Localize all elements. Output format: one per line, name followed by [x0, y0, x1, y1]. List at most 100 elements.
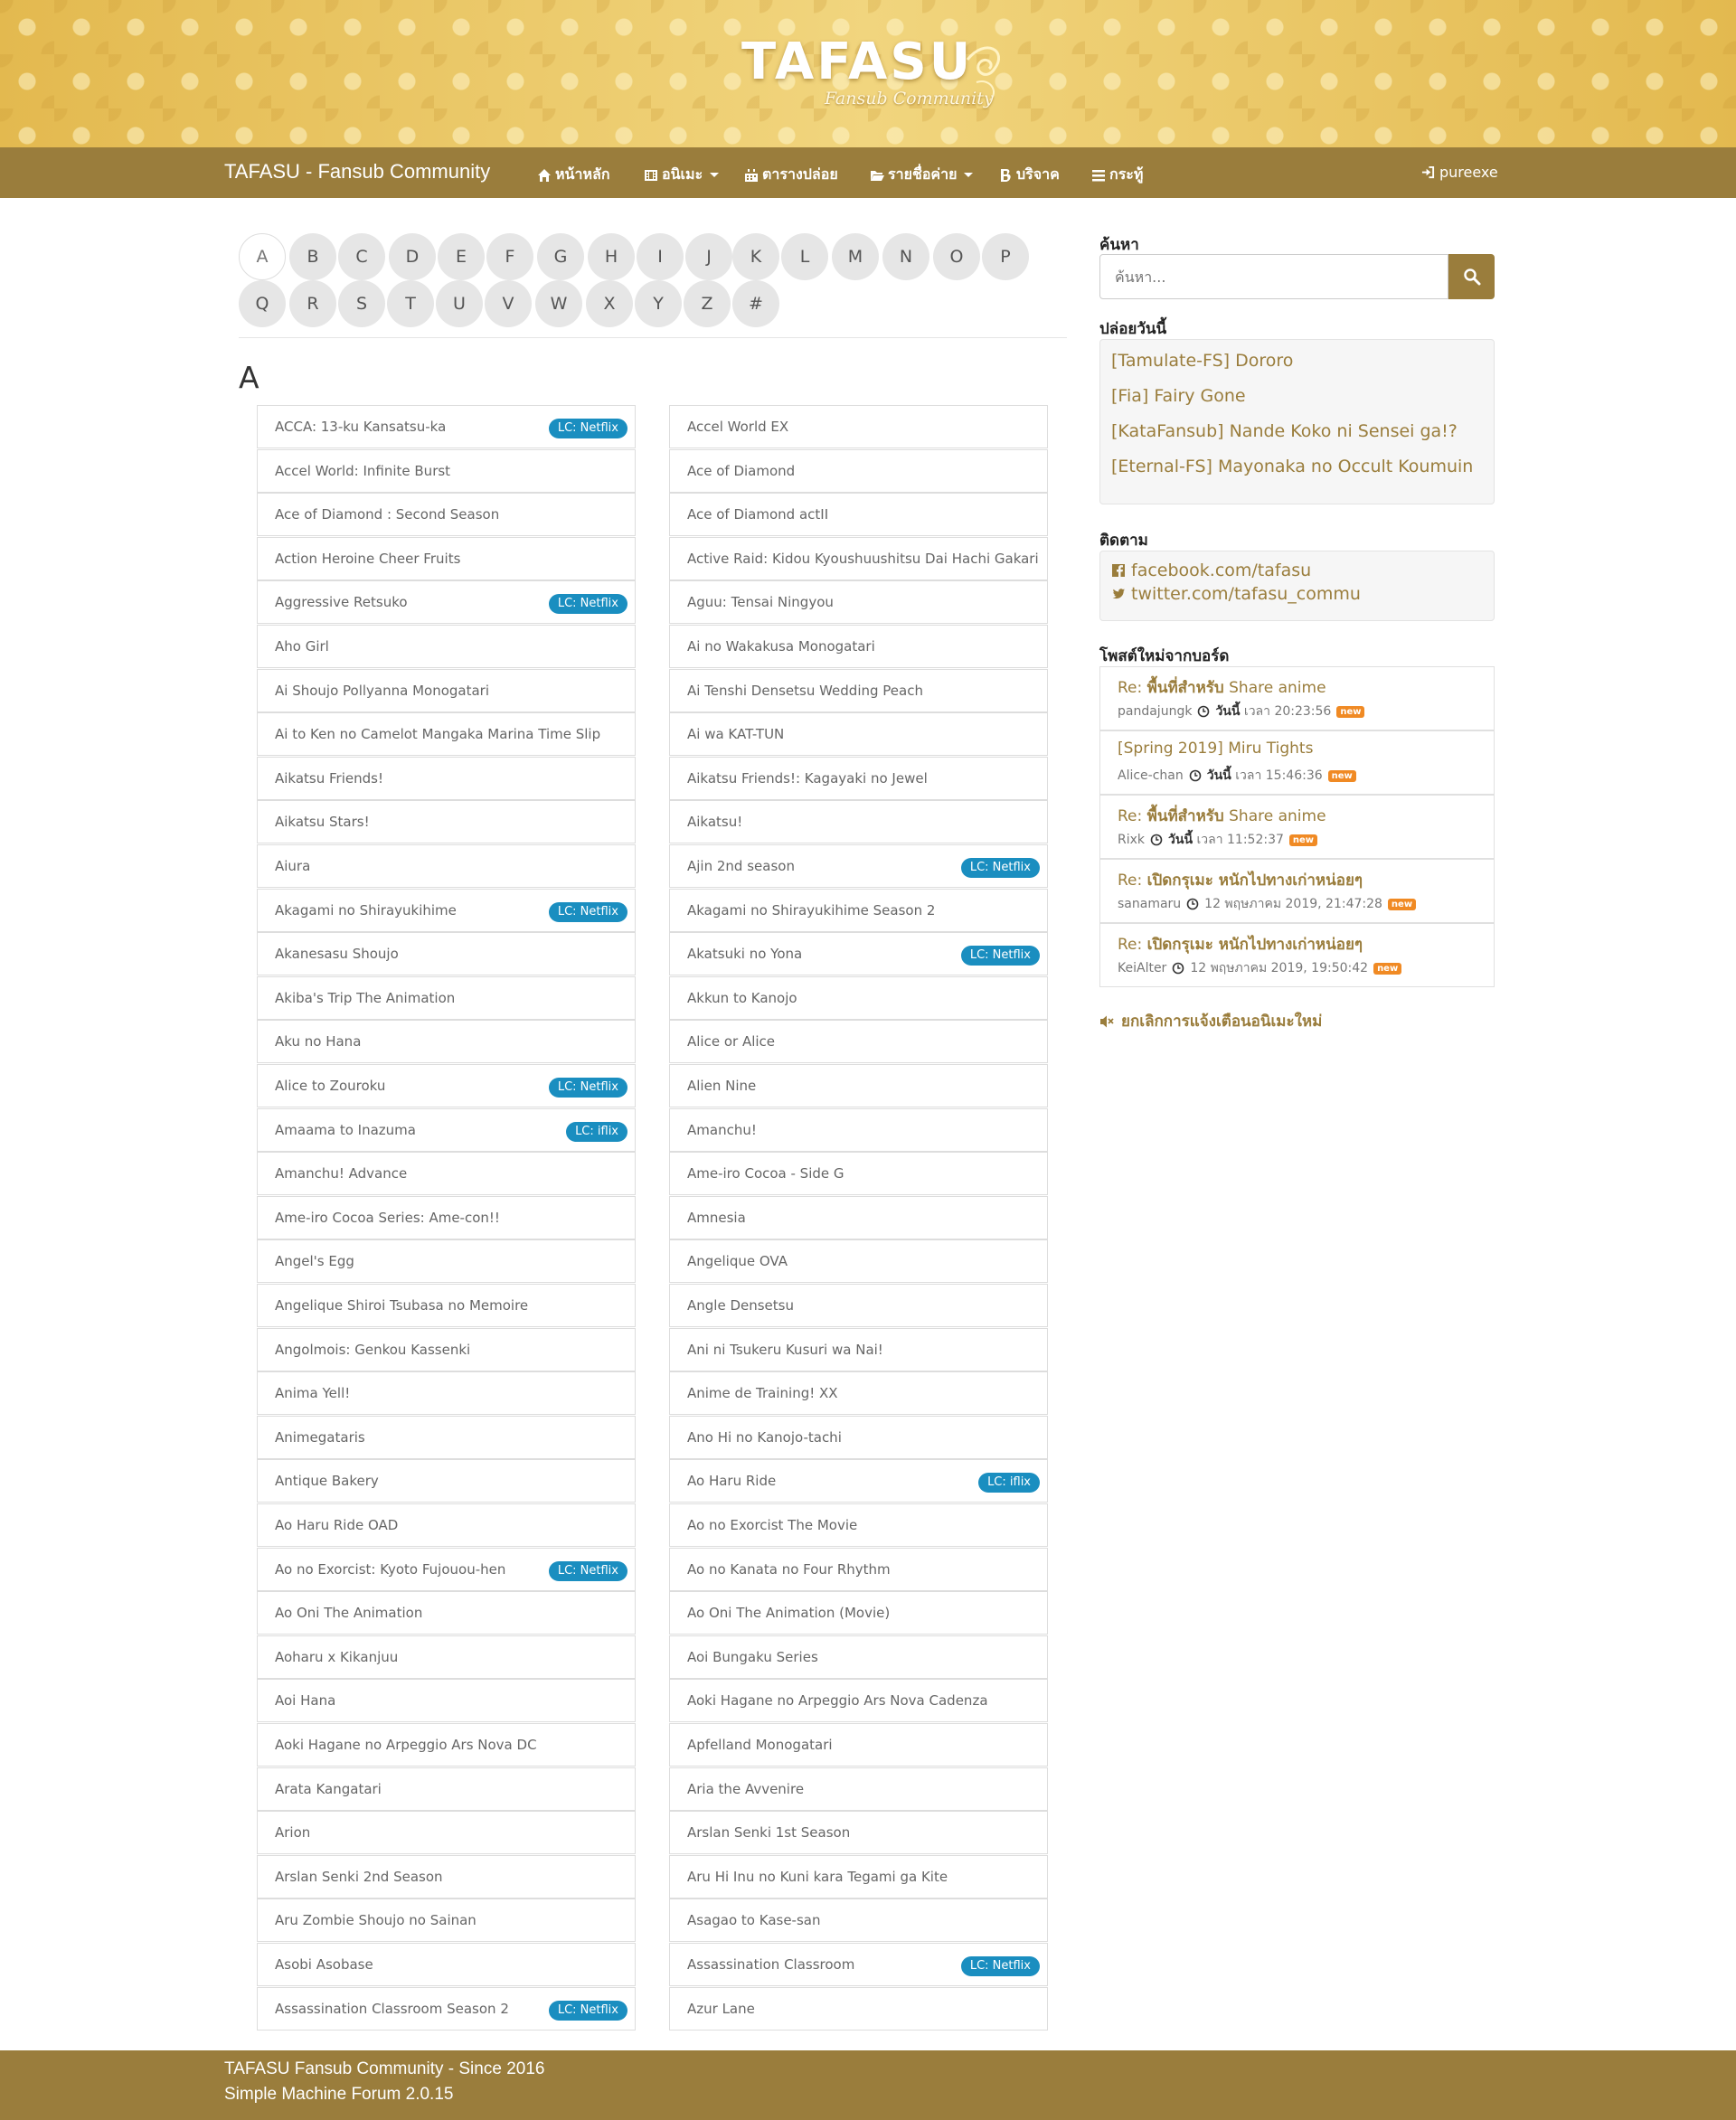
anime-list-item[interactable]: Ajin 2nd season LC: Netflix: [669, 844, 1048, 888]
letter-n[interactable]: N: [882, 233, 929, 280]
forum-post[interactable]: Re: พื้นที่สำหรับ Share anime Rixk วันนี้ …: [1099, 795, 1495, 859]
anime-list-item[interactable]: Ame-iro Cocoa Series: Ame-con!!: [257, 1196, 636, 1239]
anime-list-item[interactable]: Asagao to Kase-san: [669, 1899, 1048, 1942]
nav-schedule[interactable]: ตารางปล่อย: [744, 164, 838, 186]
post-author[interactable]: sanamaru: [1118, 897, 1181, 911]
anime-list-item[interactable]: Aikatsu Friends!: [257, 757, 636, 800]
anime-list-item[interactable]: Accel World: Infinite Burst: [257, 449, 636, 493]
anime-list-item[interactable]: Asobi Asobase: [257, 1943, 636, 1986]
letter-s[interactable]: S: [338, 280, 385, 327]
letter-x[interactable]: X: [586, 280, 633, 327]
anime-list-item[interactable]: Ai no Wakakusa Monogatari: [669, 625, 1048, 668]
anime-list-item[interactable]: Aikatsu!: [669, 800, 1048, 843]
letter-f[interactable]: F: [486, 233, 533, 280]
letter-m[interactable]: M: [832, 233, 879, 280]
post-author[interactable]: KeiAlter: [1118, 961, 1166, 975]
anime-list-item[interactable]: Anime de Training! XX: [669, 1371, 1048, 1415]
anime-list-item[interactable]: Ano Hi no Kanojo-tachi: [669, 1416, 1048, 1459]
release-link[interactable]: [KataFansub] Nande Koko ni Sensei ga!?: [1111, 421, 1458, 441]
letter-j[interactable]: J: [685, 233, 732, 280]
anime-list-item[interactable]: Akagami no Shirayukihime LC: Netflix: [257, 889, 636, 932]
letter-y[interactable]: Y: [635, 280, 682, 327]
anime-list-item[interactable]: Ao Haru Ride OAD: [257, 1503, 636, 1547]
letter-h[interactable]: H: [588, 233, 635, 280]
letter-e[interactable]: E: [438, 233, 485, 280]
anime-list-item[interactable]: Ace of Diamond: [669, 449, 1048, 493]
anime-list-item[interactable]: Azur Lane: [669, 1987, 1048, 2030]
anime-list-item[interactable]: Apfelland Monogatari: [669, 1723, 1048, 1767]
release-link[interactable]: [Fia] Fairy Gone: [1111, 386, 1246, 406]
anime-list-item[interactable]: Ao Oni The Animation (Movie): [669, 1591, 1048, 1635]
anime-list-item[interactable]: Angolmois: Genkou Kassenki: [257, 1328, 636, 1371]
nav-board[interactable]: กระทู้: [1091, 164, 1143, 186]
letter-p[interactable]: P: [982, 233, 1029, 280]
anime-list-item[interactable]: Aikatsu Friends!: Kagayaki no Jewel: [669, 757, 1048, 800]
forum-post[interactable]: [Spring 2019] Miru Tights Alice-chan วันนี…: [1099, 730, 1495, 795]
site-logo[interactable]: TAFASU Fansub Community: [741, 33, 1004, 114]
anime-list-item[interactable]: Amanchu! Advance: [257, 1152, 636, 1195]
anime-list-item[interactable]: Antique Bakery: [257, 1459, 636, 1503]
release-link[interactable]: [Eternal-FS] Mayonaka no Occult Koumuin: [1111, 457, 1473, 476]
anime-list-item[interactable]: Active Raid: Kidou Kyoushuushitsu Dai Ha…: [669, 537, 1048, 580]
anime-list-item[interactable]: Amaama to Inazuma LC: iflix: [257, 1108, 636, 1152]
anime-list-item[interactable]: Aoki Hagane no Arpeggio Ars Nova Cadenza: [669, 1679, 1048, 1722]
anime-list-item[interactable]: Ai Tenshi Densetsu Wedding Peach: [669, 669, 1048, 712]
anime-list-item[interactable]: Aguu: Tensai Ningyou: [669, 580, 1048, 624]
letter-u[interactable]: U: [436, 280, 483, 327]
anime-list-item[interactable]: Ao no Exorcist The Movie: [669, 1503, 1048, 1547]
anime-list-item[interactable]: Alice to Zouroku LC: Netflix: [257, 1064, 636, 1107]
anime-list-item[interactable]: Angel's Egg: [257, 1239, 636, 1283]
letter-q[interactable]: Q: [239, 280, 286, 327]
forum-post[interactable]: Re: เปิดกรุเมะ หนักไปทางเก่าหน่อยๆ KeiAlt…: [1099, 923, 1495, 987]
letter-r[interactable]: R: [289, 280, 336, 327]
letter-c[interactable]: C: [338, 233, 385, 280]
anime-list-item[interactable]: Animegataris: [257, 1416, 636, 1459]
anime-list-item[interactable]: Assassination Classroom LC: Netflix: [669, 1943, 1048, 1986]
letter-w[interactable]: W: [535, 280, 582, 327]
anime-list-item[interactable]: Akanesasu Shoujo: [257, 932, 636, 975]
anime-list-item[interactable]: Aoharu x Kikanjuu: [257, 1635, 636, 1679]
anime-list-item[interactable]: Arslan Senki 2nd Season: [257, 1855, 636, 1899]
post-author[interactable]: pandajungk: [1118, 704, 1192, 719]
facebook-link[interactable]: facebook.com/tafasu: [1111, 561, 1311, 580]
post-author[interactable]: Rixk: [1118, 833, 1145, 847]
anime-list-item[interactable]: Aoi Bungaku Series: [669, 1635, 1048, 1679]
search-input[interactable]: [1099, 254, 1448, 299]
letter-z[interactable]: Z: [684, 280, 731, 327]
anime-list-item[interactable]: Alien Nine: [669, 1064, 1048, 1107]
post-title[interactable]: [Spring 2019] Miru Tights: [1118, 740, 1313, 758]
anime-list-item[interactable]: Amnesia: [669, 1196, 1048, 1239]
navbar-brand[interactable]: TAFASU - Fansub Community: [224, 160, 490, 184]
user-menu[interactable]: pureexe: [1421, 164, 1498, 181]
anime-list-item[interactable]: Ai Shoujo Pollyanna Monogatari: [257, 669, 636, 712]
anime-list-item[interactable]: Angelique OVA: [669, 1239, 1048, 1283]
anime-list-item[interactable]: ACCA: 13-ku Kansatsu-ka LC: Netflix: [257, 405, 636, 448]
mute-notifications-link[interactable]: ยกเลิกการแจ้งเตือนอนิเมะใหม่: [1099, 1009, 1322, 1033]
anime-list-item[interactable]: Aoki Hagane no Arpeggio Ars Nova DC: [257, 1723, 636, 1767]
anime-list-item[interactable]: Aru Zombie Shoujo no Sainan: [257, 1899, 636, 1942]
nav-donate[interactable]: บริจาค: [998, 164, 1060, 186]
anime-list-item[interactable]: Ace of Diamond actII: [669, 493, 1048, 536]
anime-list-item[interactable]: Aria the Avvenire: [669, 1767, 1048, 1811]
letter-g[interactable]: G: [537, 233, 584, 280]
anime-list-item[interactable]: Aikatsu Stars!: [257, 800, 636, 843]
anime-list-item[interactable]: Akiba's Trip The Animation: [257, 976, 636, 1020]
letter-hash[interactable]: #: [732, 280, 779, 327]
anime-list-item[interactable]: Ace of Diamond : Second Season: [257, 493, 636, 536]
post-title[interactable]: Re: เปิดกรุเมะ หนักไปทางเก่าหน่อยๆ: [1118, 932, 1363, 956]
anime-list-item[interactable]: Akatsuki no Yona LC: Netflix: [669, 932, 1048, 975]
post-title[interactable]: Re: พื้นที่สำหรับ Share anime: [1118, 675, 1326, 700]
letter-v[interactable]: V: [485, 280, 532, 327]
letter-o[interactable]: O: [933, 233, 980, 280]
anime-list-item[interactable]: Ao no Exorcist: Kyoto Fujouou-hen LC: Net…: [257, 1548, 636, 1591]
anime-list-item[interactable]: Akkun to Kanojo: [669, 976, 1048, 1020]
nav-home[interactable]: หน้าหลัก: [537, 164, 610, 186]
letter-t[interactable]: T: [387, 280, 434, 327]
anime-list-item[interactable]: Aho Girl: [257, 625, 636, 668]
anime-list-item[interactable]: Ao no Kanata no Four Rhythm: [669, 1548, 1048, 1591]
anime-list-item[interactable]: Arion: [257, 1811, 636, 1854]
anime-list-item[interactable]: Ame-iro Cocoa - Side G: [669, 1152, 1048, 1195]
anime-list-item[interactable]: Arslan Senki 1st Season: [669, 1811, 1048, 1854]
anime-list-item[interactable]: Aiura: [257, 844, 636, 888]
release-link[interactable]: [Tamulate-FS] Dororo: [1111, 351, 1293, 371]
